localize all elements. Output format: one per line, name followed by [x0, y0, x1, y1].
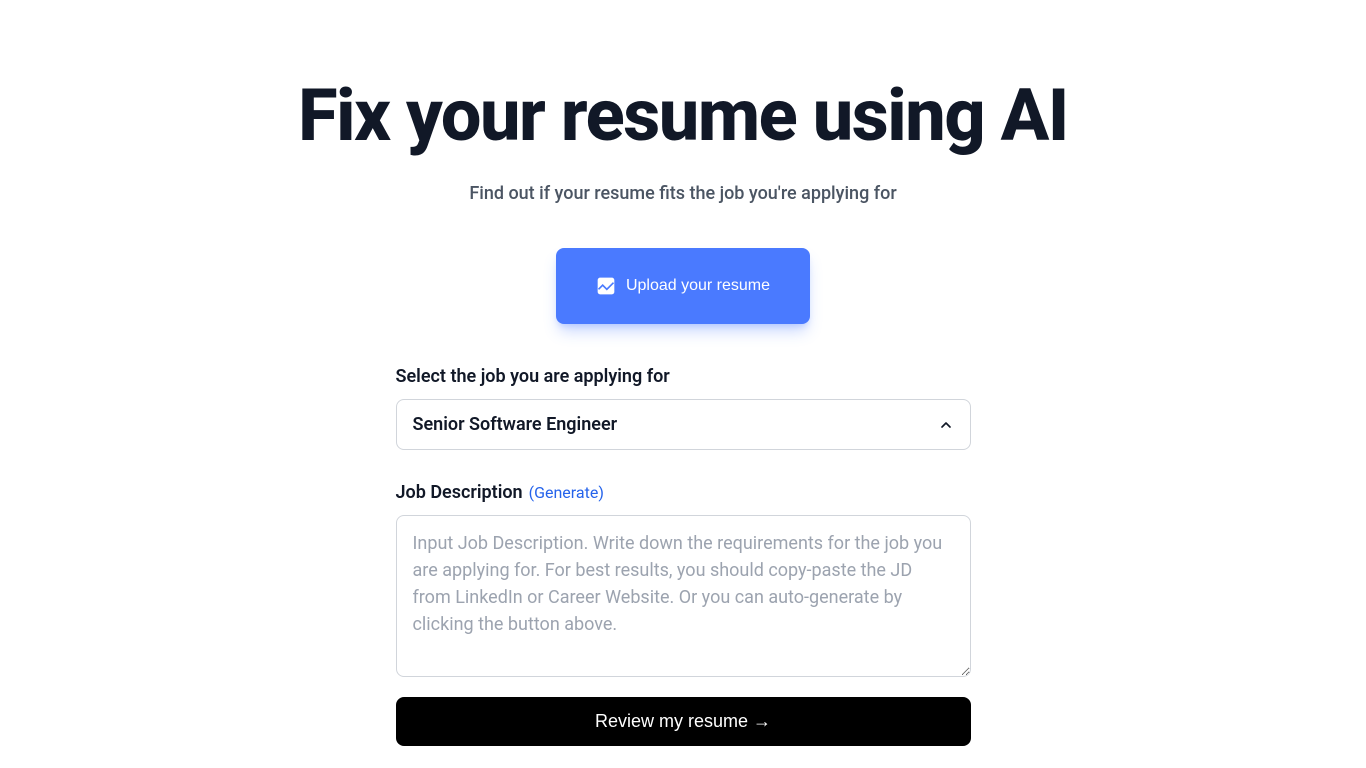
image-icon [596, 276, 616, 296]
review-resume-button[interactable]: Review my resume → [396, 697, 971, 746]
job-select-label: Select the job you are applying for [396, 366, 971, 387]
chevron-up-icon [938, 417, 954, 433]
job-select[interactable]: Senior Software Engineer [396, 399, 971, 450]
job-description-label: Job Description [396, 482, 523, 503]
upload-resume-button[interactable]: Upload your resume [556, 248, 810, 324]
page-subtitle: Find out if your resume fits the job you… [469, 183, 896, 204]
job-description-input[interactable] [396, 515, 971, 677]
job-select-value: Senior Software Engineer [413, 414, 618, 435]
upload-button-label: Upload your resume [626, 277, 770, 295]
page-title: Fix your resume using AI [298, 76, 1068, 155]
generate-link[interactable]: (Generate) [529, 483, 604, 502]
